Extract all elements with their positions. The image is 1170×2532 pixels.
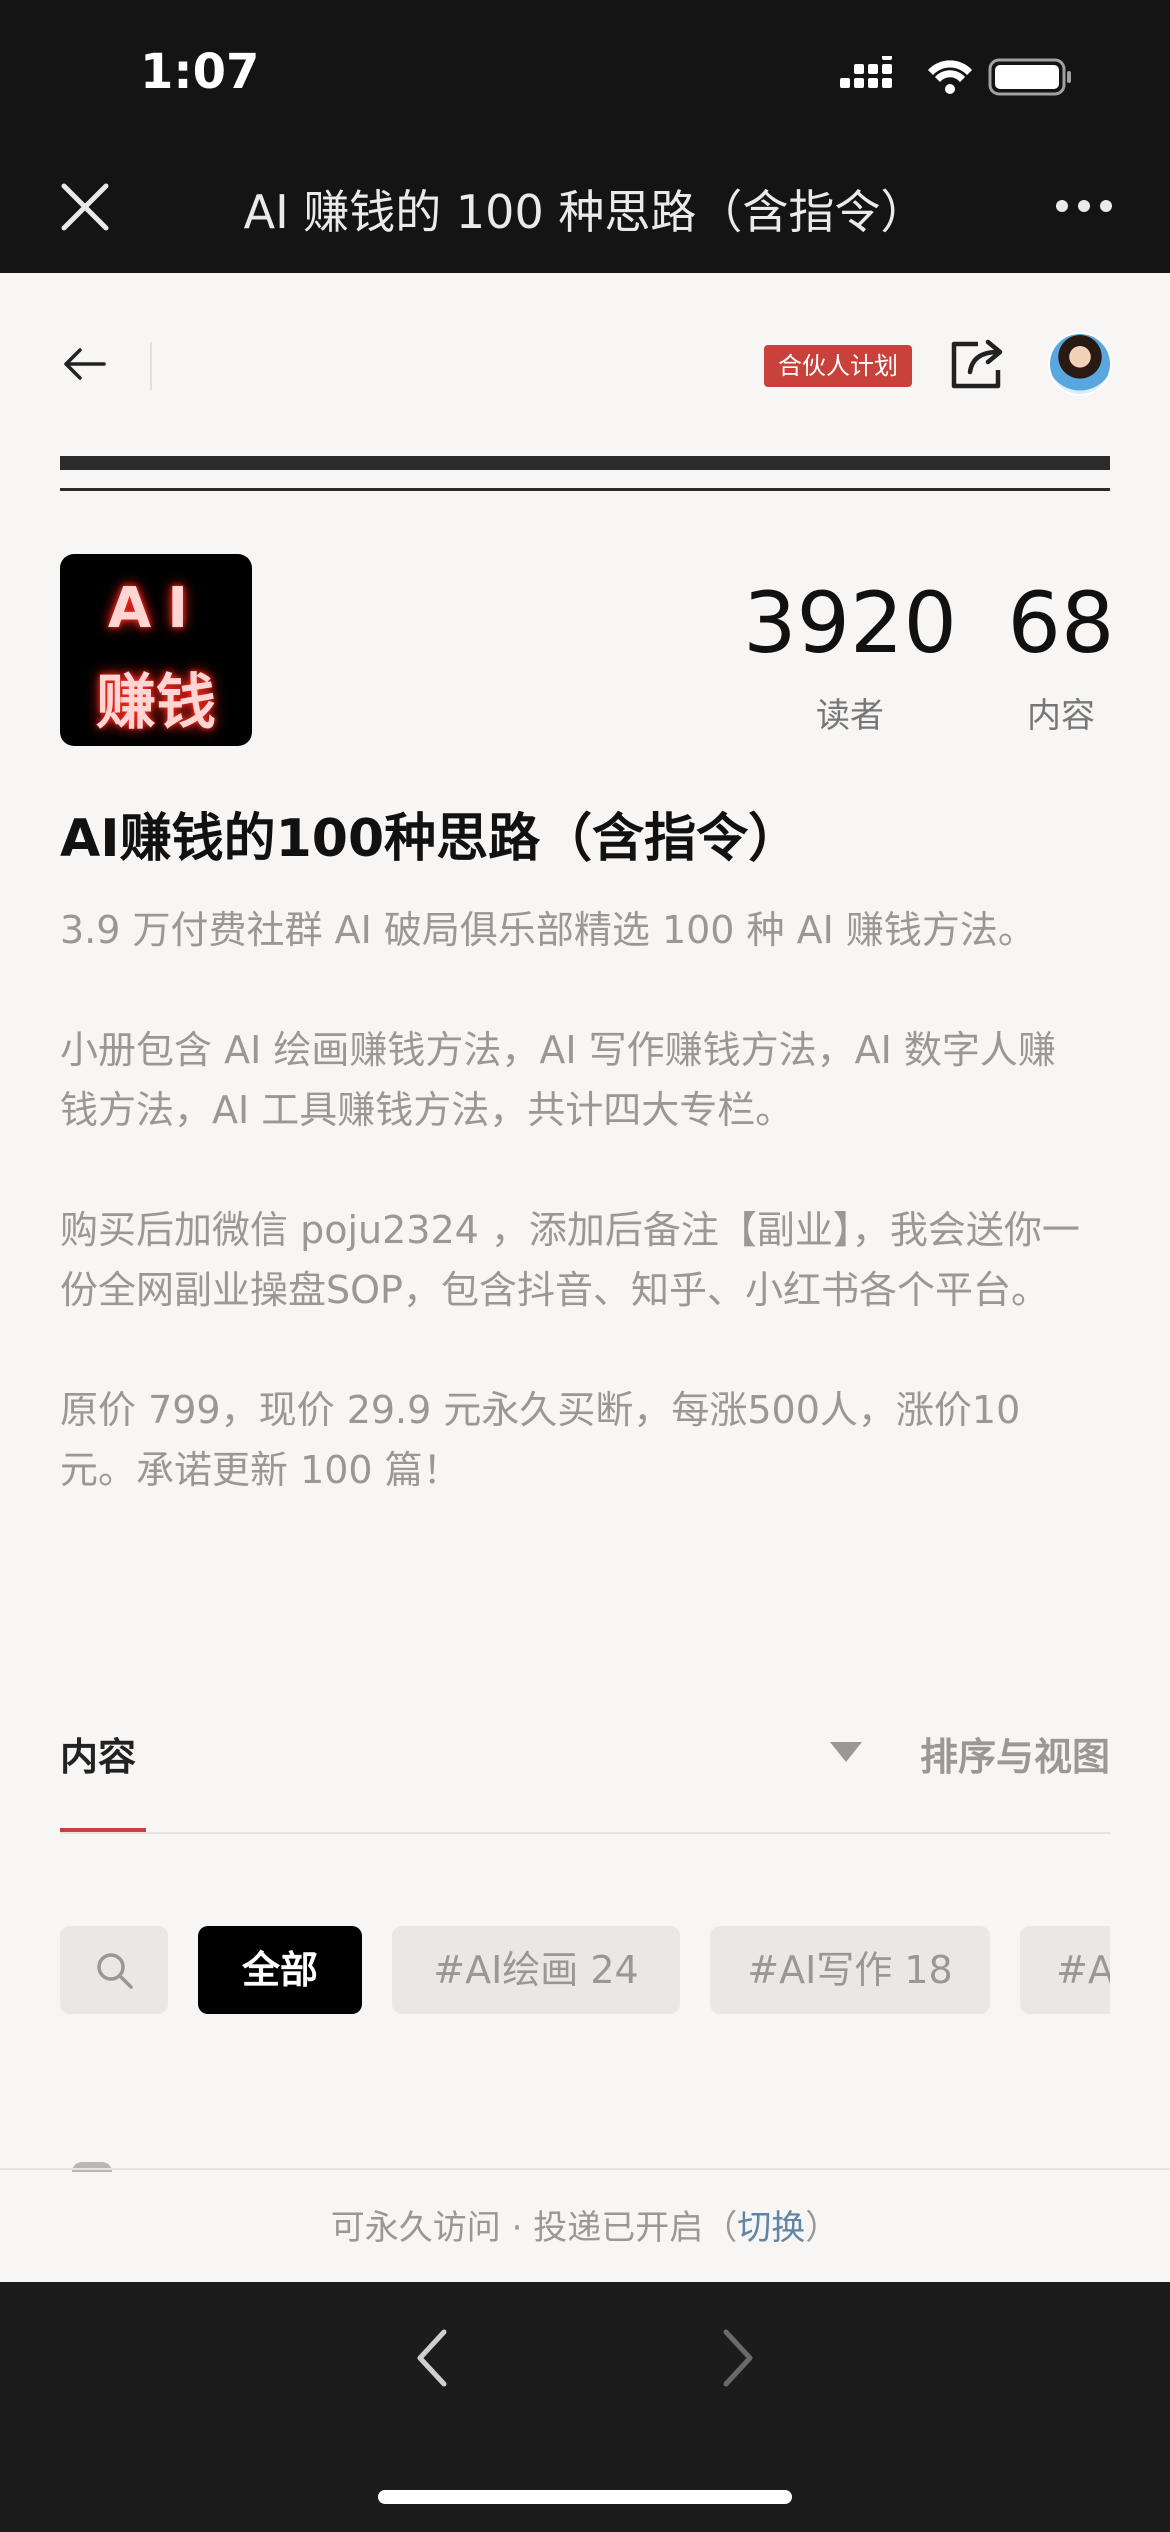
access-status-text: 可永久访问 · 投递已开启（: [330, 2208, 738, 2248]
status-time: 1:07: [140, 44, 260, 100]
header-rule-thin: [60, 488, 1110, 491]
wechat-title: AI 赚钱的 100 种思路（含指令）: [243, 185, 927, 239]
sort-and-view-button[interactable]: 排序与视图: [920, 1726, 1110, 1781]
logo-line-1: AI: [107, 576, 205, 641]
caret-down-icon[interactable]: [830, 1742, 862, 1762]
wifi-icon: [928, 60, 972, 94]
avatar[interactable]: [1050, 334, 1110, 394]
filter-chip-row: 全部 #AI绘画 24 #AI写作 18 #A: [60, 1926, 1110, 2014]
chip-ai-drawing[interactable]: #AI绘画 24: [392, 1926, 680, 2014]
partner-program-badge[interactable]: 合伙人计划: [764, 345, 912, 387]
chevron-left-icon[interactable]: [408, 2326, 458, 2390]
chip-all[interactable]: 全部: [198, 1926, 362, 2014]
contents-count: 68: [1007, 574, 1115, 672]
chevron-right-icon[interactable]: [712, 2326, 762, 2390]
chip-partial[interactable]: #A: [1020, 1926, 1110, 2014]
signal-icon: [840, 56, 892, 88]
access-status: 可永久访问 · 投递已开启（切换）: [0, 2200, 1170, 2249]
switch-link[interactable]: 切换: [737, 2208, 805, 2248]
tab-content[interactable]: 内容: [60, 1726, 136, 1781]
bottom-divider: [0, 2168, 1170, 2170]
chip-ai-writing[interactable]: #AI写作 18: [710, 1926, 990, 2014]
contents-label: 内容: [1027, 696, 1095, 736]
booklet-title: AI赚钱的100种思路（含指令）: [60, 809, 801, 869]
booklet-description: 3.9 万付费社群 AI 破局俱乐部精选 100 种 AI 赚钱方法。 小册包含…: [60, 900, 1080, 1560]
description-paragraph: 小册包含 AI 绘画赚钱方法，AI 写作赚钱方法，AI 数字人赚钱方法，AI 工…: [60, 1028, 1056, 1132]
search-icon: [97, 1953, 133, 1989]
back-arrow-icon[interactable]: [60, 340, 108, 388]
status-icons: [840, 56, 1071, 96]
battery-icon: [988, 58, 1071, 96]
list-item-avatar-partial: [72, 2162, 112, 2172]
more-icon[interactable]: [1054, 196, 1114, 216]
readers-count: 3920: [743, 574, 957, 672]
description-paragraph: 3.9 万付费社群 AI 破局俱乐部精选 100 种 AI 赚钱方法。: [60, 908, 1036, 952]
header-rule-thick: [60, 456, 1110, 470]
share-icon[interactable]: [948, 336, 1008, 392]
description-paragraph: 原价 799，现价 29.9 元永久买断，每涨500人，涨价10元。承诺更新 1…: [60, 1388, 1021, 1492]
search-chip[interactable]: [60, 1926, 168, 2014]
access-status-close: ）: [805, 2208, 840, 2248]
home-indicator[interactable]: [378, 2490, 792, 2504]
booklet-logo: AI 赚钱: [60, 554, 252, 746]
description-paragraph: 购买后加微信 poju2324 ，添加后备注【副业】，我会送你一份全网副业操盘S…: [60, 1208, 1080, 1312]
toolbar-divider: [150, 342, 152, 390]
logo-line-2: 赚钱: [96, 668, 216, 738]
readers-label: 读者: [816, 696, 884, 736]
content-divider: [60, 1832, 1110, 1834]
